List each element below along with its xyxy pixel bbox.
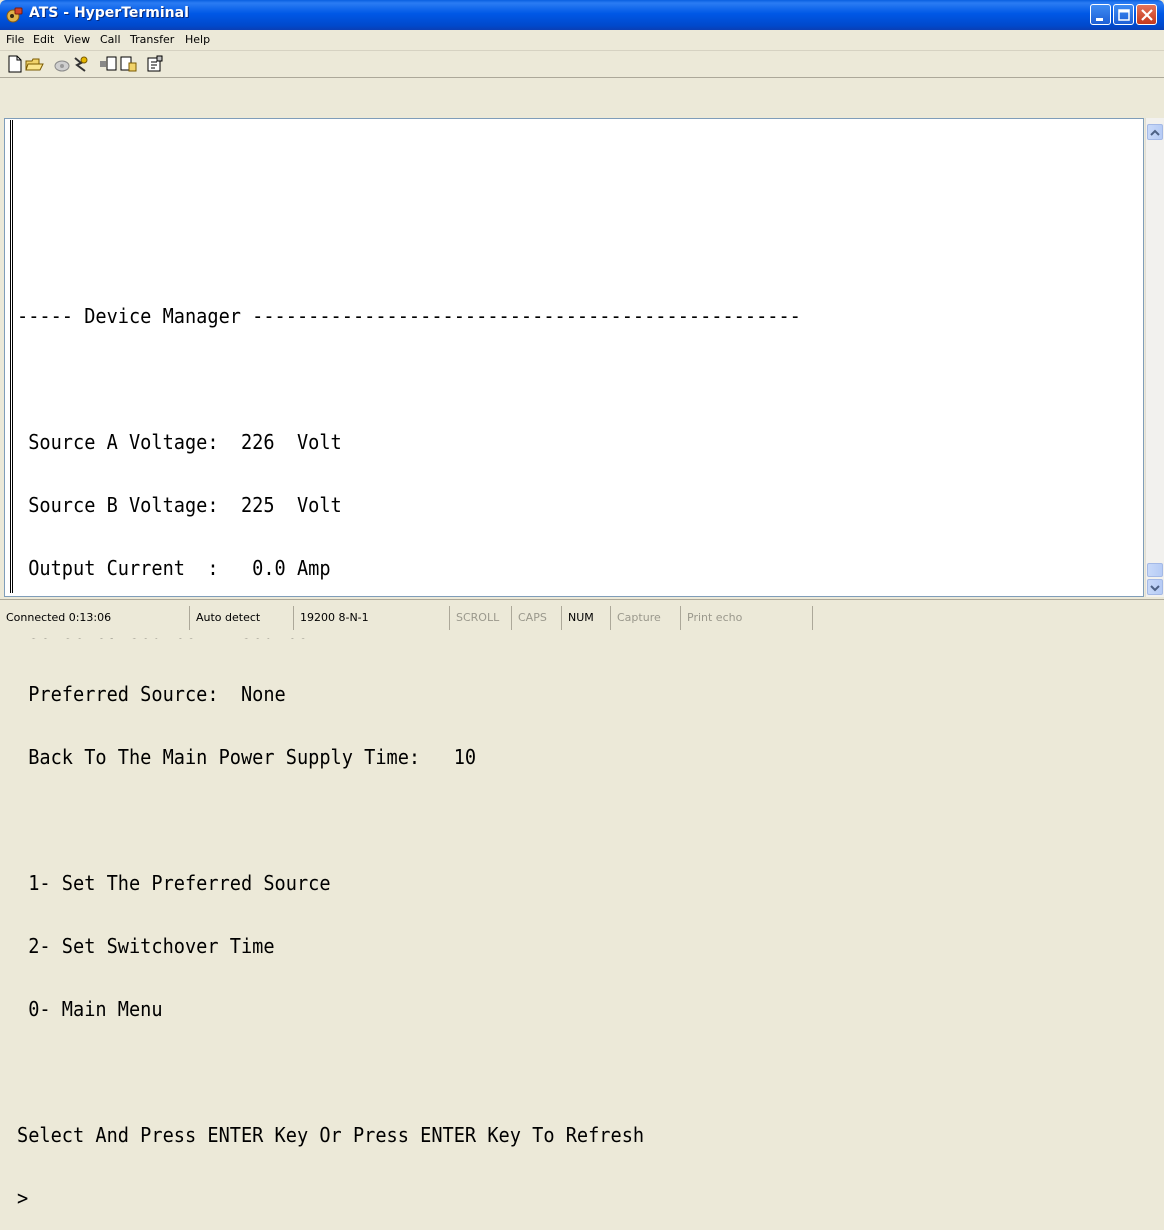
toolbar [0, 51, 1164, 78]
new-document-icon[interactable] [6, 55, 24, 73]
send-icon[interactable] [99, 55, 117, 73]
status-empty [812, 606, 1164, 630]
status-num: NUM [561, 606, 609, 630]
terminal-line: Source A Voltage: 226 Volt [17, 430, 342, 454]
maximize-button[interactable] [1113, 4, 1134, 25]
menu-help[interactable]: Help [185, 33, 210, 46]
vertical-scrollbar[interactable] [1145, 118, 1164, 597]
status-print-echo: Print echo [680, 606, 810, 630]
terminal-line: Select And Press ENTER Key Or Press ENTE… [17, 1123, 645, 1147]
terminal-line: Source B Voltage: 225 Volt [17, 493, 342, 517]
menu-call[interactable]: Call [100, 33, 121, 46]
menu-bar: File Edit View Call Transfer Help [0, 30, 1164, 51]
status-connected: Connected 0:13:06 [6, 611, 112, 624]
terminal-line: Back To The Main Power Supply Time: 10 [17, 745, 477, 769]
terminal-line: Preferred Source: None [17, 682, 286, 706]
menu-view[interactable]: View [64, 33, 90, 46]
open-folder-icon[interactable] [25, 55, 44, 73]
menu-file[interactable]: File [6, 33, 24, 46]
status-detect: Auto detect [189, 606, 291, 630]
status-capture: Capture [610, 606, 678, 630]
close-button[interactable] [1136, 4, 1157, 25]
status-bar: Connected 0:13:06 Auto detect 19200 8-N-… [0, 599, 1164, 638]
properties-icon[interactable] [146, 55, 164, 73]
receive-icon[interactable] [119, 55, 137, 73]
terminal-line: 2- Set Switchover Time [17, 934, 275, 958]
menu-edit[interactable]: Edit [33, 33, 54, 46]
minimize-button[interactable] [1090, 4, 1111, 25]
terminal-line: Output Current : 0.0 Amp [17, 556, 331, 580]
title-bar: ATS - HyperTerminal [0, 0, 1164, 30]
terminal-line: 0- Main Menu [17, 997, 163, 1021]
hyperterminal-icon[interactable] [6, 6, 24, 24]
terminal-prompt: > [17, 1186, 29, 1210]
menu-transfer[interactable]: Transfer [130, 33, 174, 46]
terminal-border [12, 120, 13, 593]
status-caps: CAPS [511, 606, 561, 630]
status-scroll: SCROLL [449, 606, 511, 630]
scroll-down-button[interactable] [1147, 579, 1163, 595]
scroll-up-button[interactable] [1147, 124, 1163, 140]
call-icon[interactable] [53, 55, 71, 73]
terminal-output[interactable]: ----- Device Manager -------------------… [17, 138, 1040, 1209]
terminal-line: 1- Set The Preferred Source [17, 871, 331, 895]
window-title: ATS - HyperTerminal [29, 5, 189, 21]
scrollbar-thumb[interactable] [1147, 563, 1163, 577]
terminal-line: ----- Device Manager -------------------… [17, 304, 801, 328]
disconnect-icon[interactable] [72, 55, 90, 73]
terminal-border [10, 120, 11, 593]
status-port-settings: 19200 8-N-1 [293, 606, 391, 630]
